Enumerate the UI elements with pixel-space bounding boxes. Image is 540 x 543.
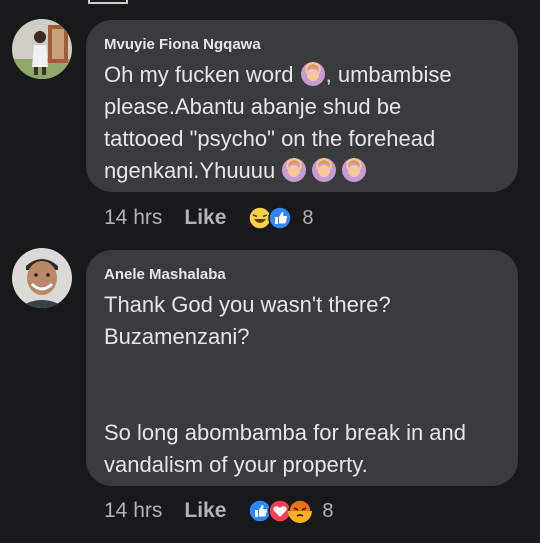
comment-text: Thank God you wasn't there? Buzamenzani?… xyxy=(104,292,467,477)
woman-gesturing-ok-emoji-icon xyxy=(281,157,307,183)
like-button[interactable]: Like xyxy=(184,499,226,523)
angry-icon xyxy=(288,499,313,523)
comment-actions: 14 hrs Like 8 xyxy=(104,206,314,230)
comment-actions: 14 hrs Like 8 xyxy=(104,499,334,523)
avatar-photo-icon xyxy=(12,19,72,79)
comment-timestamp[interactable]: 14 hrs xyxy=(104,499,162,523)
comment-author[interactable]: Mvuyie Fiona Ngqawa xyxy=(104,36,500,53)
comment-bubble: Mvuyie Fiona Ngqawa Oh my fucken word , … xyxy=(86,20,518,192)
avatar[interactable] xyxy=(12,248,72,308)
comment-bubble: Anele Mashalaba Thank God you wasn't the… xyxy=(86,250,518,486)
reaction-summary[interactable]: 8 xyxy=(248,499,334,523)
previous-comment-edge xyxy=(88,0,128,4)
comment-timestamp[interactable]: 14 hrs xyxy=(104,206,162,230)
comment-text-part: Oh my fucken word xyxy=(104,62,300,87)
woman-gesturing-ok-emoji-icon xyxy=(341,157,367,183)
reaction-count: 8 xyxy=(302,206,314,229)
reaction-count: 8 xyxy=(322,499,334,522)
reaction-summary[interactable]: 8 xyxy=(248,206,314,230)
like-button[interactable]: Like xyxy=(184,206,226,230)
comment-text: Oh my fucken word , umbambise please.Aba… xyxy=(104,59,500,187)
comment-author[interactable]: Anele Mashalaba xyxy=(104,266,500,283)
woman-gesturing-ok-emoji-icon xyxy=(311,157,337,183)
woman-gesturing-ok-emoji-icon xyxy=(300,61,326,87)
avatar[interactable] xyxy=(12,19,72,79)
like-icon xyxy=(268,206,293,230)
avatar-photo-icon xyxy=(12,248,72,308)
